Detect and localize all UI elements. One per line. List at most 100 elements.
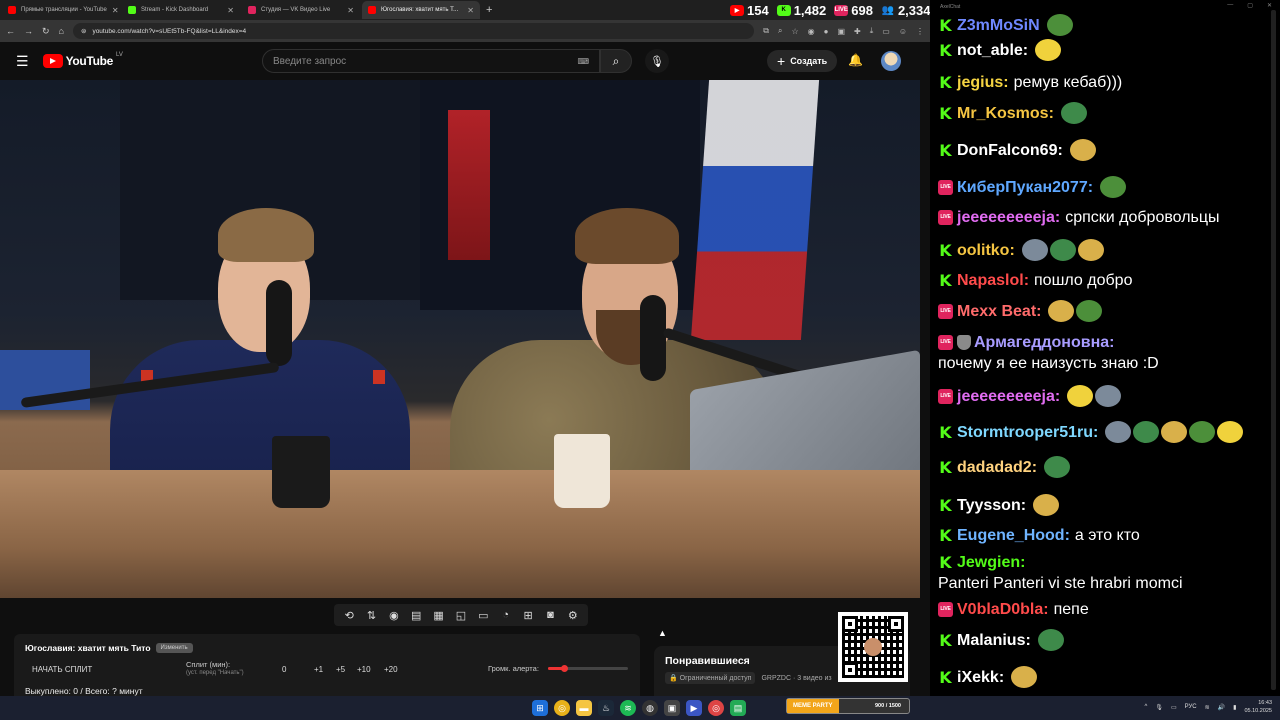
split-edit-tag[interactable]: Изменить — [155, 643, 193, 653]
reload-icon[interactable]: ↻ — [42, 26, 50, 37]
film-icon[interactable]: ▦ — [429, 609, 449, 622]
extension-icon[interactable]: ▣ — [837, 27, 845, 36]
create-button[interactable]: + Создать — [767, 50, 838, 72]
extension-icon[interactable]: ● — [824, 27, 829, 36]
voice-search-button[interactable]: 🎙 — [645, 49, 669, 73]
tray-chevron-icon[interactable]: ^ — [1145, 704, 1148, 710]
profile-icon[interactable]: ☺ — [899, 27, 907, 36]
hamburger-menu-icon[interactable]: ☰ — [16, 53, 29, 70]
frame-icon[interactable]: ▭ — [473, 609, 493, 622]
search-button[interactable]: ⌕ — [600, 49, 632, 73]
language-indicator[interactable]: РУС — [1185, 704, 1197, 710]
chat-nickname[interactable]: Tyysson: — [957, 495, 1026, 516]
chat-nickname[interactable]: Mr_Kosmos: — [957, 103, 1054, 124]
chat-nickname[interactable]: Армагеддоновна: — [974, 332, 1114, 353]
tab-current-video[interactable]: Югославия: хватит мять Т... ✕ — [362, 1, 480, 19]
add-10-button[interactable]: +10 — [357, 665, 371, 674]
audio-icon[interactable]: ◉ — [384, 609, 404, 622]
split-view-icon[interactable]: ▭ — [882, 27, 890, 36]
chat-nickname[interactable]: jegius: — [957, 72, 1009, 93]
app-icon[interactable]: ▤ — [730, 700, 746, 716]
chat-nickname[interactable]: Mexx Beat: — [957, 301, 1041, 322]
sort-icon[interactable]: ⇅ — [362, 609, 382, 622]
add-5-button[interactable]: +5 — [336, 665, 345, 674]
avatar[interactable] — [881, 51, 901, 71]
chat-nickname[interactable]: Eugene_Hood: — [957, 525, 1070, 546]
screenshot-camera-icon[interactable]: ◙ — [540, 609, 560, 621]
add-1-button[interactable]: +1 — [314, 665, 323, 674]
tab-kick-dashboard[interactable]: Stream - Kick Dashboard ✕ — [122, 1, 240, 19]
volume-icon[interactable]: 🔊 — [1218, 704, 1225, 711]
chat-nickname[interactable]: dadadad2: — [957, 457, 1037, 478]
file-explorer-icon[interactable]: ▬ — [576, 700, 592, 716]
minimize-icon[interactable]: — — [1227, 2, 1233, 9]
settings-gear-icon[interactable]: ⚙ — [563, 609, 583, 622]
chat-nickname[interactable]: Jewgien: — [957, 552, 1025, 573]
close-icon[interactable]: ✕ — [227, 6, 234, 15]
microphone-icon[interactable]: 🎙 — [1155, 704, 1163, 711]
vk-live-icon: LIVE — [938, 602, 953, 617]
liked-playlist-title[interactable]: Понравившиеся — [665, 655, 750, 667]
extensions-puzzle-icon[interactable]: ✚ — [854, 27, 861, 36]
home-icon[interactable]: ⌂ — [59, 26, 64, 36]
close-icon[interactable]: ✕ — [1267, 2, 1272, 9]
app-icon[interactable]: ▶ — [686, 700, 702, 716]
zoom-icon[interactable]: ⌕ — [778, 26, 782, 36]
chat-nickname[interactable]: Malanius: — [957, 630, 1031, 651]
notifications-bell-icon[interactable]: 🔔 — [848, 53, 863, 67]
battery-icon[interactable]: ▮ — [1233, 704, 1236, 711]
extension-icon[interactable]: ◉ — [808, 27, 815, 36]
close-icon[interactable]: ✕ — [112, 6, 119, 15]
chrome-icon[interactable]: ◎ — [554, 700, 570, 716]
chat-nickname[interactable]: Z3mMoSiN — [957, 15, 1040, 36]
chat-nickname[interactable]: DonFalcon69: — [957, 140, 1063, 161]
chat-nickname[interactable]: iXekk: — [957, 667, 1004, 688]
start-split-button[interactable]: НАЧАТЬ СПЛИТ — [32, 665, 92, 674]
wifi-icon[interactable]: ≋ — [1205, 704, 1210, 711]
forward-icon[interactable]: → — [24, 26, 33, 36]
url-field[interactable]: ⊜ youtube.com/watch?v=sUEt5Tb-FQ&list=LL… — [72, 23, 755, 39]
speed-icon[interactable]: ◔ — [496, 609, 516, 621]
chat-nickname[interactable]: Stormtrooper51ru: — [957, 422, 1098, 443]
obs-icon[interactable]: ◍ — [642, 700, 658, 716]
search-input[interactable]: Введите запрос ⌨ — [262, 49, 600, 73]
chat-nickname[interactable]: КиберПукан2077: — [957, 177, 1093, 198]
chat-scrollbar[interactable] — [1271, 10, 1276, 690]
chat-nickname[interactable]: oolitko: — [957, 240, 1015, 261]
chat-nickname[interactable]: jeeeeeeeeeja: — [957, 207, 1060, 228]
network-icon[interactable]: ▭ — [1171, 704, 1177, 711]
add-20-button[interactable]: +20 — [384, 665, 398, 674]
back-icon[interactable]: ← — [6, 26, 15, 36]
video-player[interactable] — [0, 80, 920, 598]
close-icon[interactable]: ✕ — [467, 6, 474, 15]
download-icon[interactable]: ⤓ — [870, 26, 874, 36]
chrome-icon[interactable]: ◎ — [708, 700, 724, 716]
windows-start-icon[interactable]: ⊞ — [532, 700, 548, 716]
chat-nickname[interactable]: jeeeeeeeeeja: — [957, 386, 1060, 407]
close-icon[interactable]: ✕ — [347, 6, 354, 15]
new-tab-button[interactable]: + — [486, 4, 492, 16]
bookmark-star-icon[interactable]: ☆ — [791, 27, 798, 36]
tab-vk-studio[interactable]: Студия — VK Видео Live ✕ — [242, 1, 360, 19]
app-icon[interactable]: ▣ — [664, 700, 680, 716]
alert-volume-knob[interactable] — [561, 665, 568, 672]
tab-youtube-live[interactable]: Прямые трансляции - YouTube ✕ — [2, 1, 120, 19]
cinema-icon[interactable]: ▤ — [406, 609, 426, 622]
add-icon[interactable]: ⊞ — [518, 609, 538, 622]
picture-in-picture-icon[interactable]: ◱ — [451, 609, 471, 622]
alert-volume-slider[interactable] — [548, 665, 628, 672]
chat-nickname[interactable]: Napaslol: — [957, 270, 1029, 291]
install-icon[interactable]: ⧉ — [763, 26, 769, 36]
site-info-icon[interactable]: ⊜ — [81, 27, 86, 35]
spotify-icon[interactable]: ≋ — [620, 700, 636, 716]
maximize-icon[interactable]: ▢ — [1247, 2, 1253, 9]
clock[interactable]: 16:43 05.10.2025 — [1244, 699, 1272, 715]
loop-icon[interactable]: ⟲ — [339, 609, 359, 622]
steam-icon[interactable]: ♨ — [598, 700, 614, 716]
chat-nickname[interactable]: V0blaD0bla: — [957, 599, 1049, 620]
vk-live-icon: LIVE — [938, 303, 953, 319]
keyboard-icon[interactable]: ⌨ — [577, 57, 589, 66]
chat-nickname[interactable]: not_able: — [957, 40, 1028, 61]
menu-dots-icon[interactable]: ⋮ — [916, 27, 924, 36]
youtube-logo[interactable]: YouTube LV — [42, 52, 123, 68]
